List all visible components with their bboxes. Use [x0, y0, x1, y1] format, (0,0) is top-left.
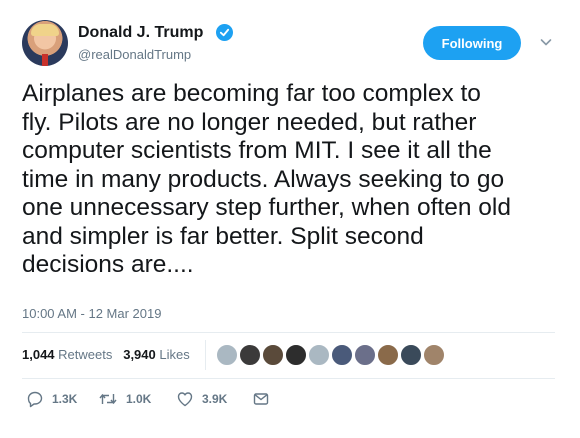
tweet-line: decisions are.... — [22, 251, 194, 278]
liker-avatars — [216, 344, 446, 366]
verified-badge-icon — [216, 24, 233, 41]
avatar-flag-icon[interactable] — [354, 344, 376, 366]
avatar-photo-icon[interactable] — [423, 344, 445, 366]
direct-message-button[interactable] — [252, 390, 270, 408]
tweet-timestamp[interactable]: 10:00 AM - 12 Mar 2019 — [22, 306, 161, 321]
tweet-card: Donald J. Trump @realDonaldTrump Followi… — [0, 0, 580, 438]
avatar-default-icon[interactable] — [308, 344, 330, 366]
reply-icon — [27, 391, 43, 408]
likes-count: 3,940 — [123, 347, 156, 362]
retweets-label: Retweets — [58, 347, 113, 362]
avatar-photo-icon[interactable] — [239, 344, 261, 366]
tweet-line: Airplanes are becoming far too complex t… — [22, 80, 481, 107]
tweet-line: computer scientists from MIT. I see it a… — [22, 137, 492, 164]
tweet-line: one unnecessary step further, when often… — [22, 194, 511, 221]
retweet-icon — [99, 393, 117, 405]
avatar-photo-icon[interactable] — [262, 344, 284, 366]
tweet-stats: 1,044 Retweets 3,940 Likes — [22, 347, 190, 362]
retweets-stat[interactable]: 1,044 Retweets — [22, 347, 112, 362]
avatar-photo-icon[interactable] — [377, 344, 399, 366]
avatar-default-icon[interactable] — [216, 344, 238, 366]
avatar-tie — [42, 54, 48, 66]
display-name[interactable]: Donald J. Trump — [78, 24, 203, 42]
tweet-line: fly. Pilots are no longer needed, but ra… — [22, 108, 477, 136]
tweet-text: Airplanes are becoming far too complex t… — [22, 80, 562, 280]
user-avatar[interactable] — [22, 20, 68, 66]
reply-count: 1.3K — [52, 392, 78, 406]
chevron-down-icon[interactable] — [538, 34, 554, 50]
avatar-photo-icon[interactable] — [400, 344, 422, 366]
avatar-photo-icon[interactable] — [331, 344, 353, 366]
envelope-icon — [253, 393, 269, 405]
tweet-line: time in many products. Always seeking to… — [22, 165, 505, 193]
tweet-line: and simpler is far better. Split second — [22, 222, 424, 250]
likes-label: Likes — [159, 347, 190, 362]
likes-stat[interactable]: 3,940 Likes — [123, 347, 190, 362]
reply-button[interactable]: 1.3K — [26, 390, 77, 408]
like-count: 3.9K — [202, 392, 228, 406]
like-button[interactable]: 3.9K — [176, 390, 227, 408]
divider — [22, 378, 555, 379]
stats-separator — [205, 340, 206, 370]
heart-icon — [177, 392, 193, 407]
retweet-count: 1.0K — [126, 392, 152, 406]
avatar-photo-icon[interactable] — [285, 344, 307, 366]
avatar-hair — [31, 24, 59, 36]
following-button[interactable]: Following — [423, 26, 521, 60]
retweet-button[interactable]: 1.0K — [98, 390, 151, 408]
retweets-count: 1,044 — [22, 347, 55, 362]
user-handle[interactable]: @realDonaldTrump — [78, 47, 191, 62]
divider — [22, 332, 555, 333]
